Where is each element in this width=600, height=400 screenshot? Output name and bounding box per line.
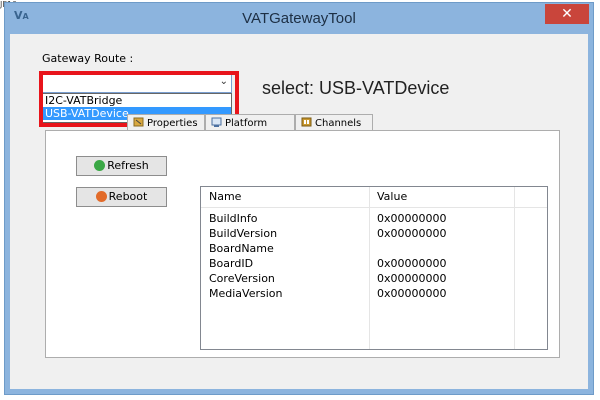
tab-label: Properties xyxy=(147,118,198,129)
row-name: BoardName xyxy=(209,242,274,255)
row-name: MediaVersion xyxy=(209,287,283,300)
tab-properties[interactable]: Properties xyxy=(127,114,205,131)
table-row[interactable]: BoardID 0x00000000 xyxy=(201,257,547,271)
refresh-icon xyxy=(94,160,106,171)
reboot-button[interactable]: Reboot xyxy=(76,187,167,207)
row-name: BuildVersion xyxy=(209,227,278,240)
row-value: 0x00000000 xyxy=(377,287,447,300)
table-row[interactable]: CoreVersion 0x00000000 xyxy=(201,272,547,286)
chevron-down-icon[interactable]: ⌄ xyxy=(220,76,228,87)
properties-icon xyxy=(133,117,144,127)
table-row[interactable]: MediaVersion 0x00000000 xyxy=(201,287,547,301)
refresh-label: Refresh xyxy=(107,159,149,172)
tab-platform[interactable]: Platform xyxy=(205,114,295,131)
row-name: CoreVersion xyxy=(209,272,275,285)
reboot-label: Reboot xyxy=(108,190,148,203)
channels-icon xyxy=(301,117,312,127)
app-window: VA VATGatewayTool ✕ Gateway Route : ⌄ I2… xyxy=(4,2,594,395)
title-bar[interactable]: VA VATGatewayTool ✕ xyxy=(5,3,593,33)
tab-label: Channels xyxy=(315,118,362,129)
client-area: Gateway Route : ⌄ I2C-VATBridge USB-VATD… xyxy=(10,34,588,389)
table-row[interactable]: BuildInfo 0x00000000 xyxy=(201,212,547,226)
row-name: BuildInfo xyxy=(209,212,258,225)
table-header: Name Value xyxy=(201,187,547,208)
close-icon: ✕ xyxy=(561,6,573,22)
tab-label: Platform xyxy=(225,118,268,129)
gateway-route-label: Gateway Route : xyxy=(42,52,134,65)
table-row[interactable]: BuildVersion 0x00000000 xyxy=(201,227,547,241)
gateway-route-combo[interactable]: ⌄ xyxy=(42,74,232,93)
selection-caption: select: USB-VATDevice xyxy=(262,78,450,98)
row-name: BoardID xyxy=(209,257,254,270)
close-button[interactable]: ✕ xyxy=(545,4,589,24)
row-value: 0x00000000 xyxy=(377,257,447,270)
table-row[interactable]: BoardName xyxy=(201,242,547,256)
tab-channels[interactable]: Channels xyxy=(295,114,373,131)
platform-icon xyxy=(211,117,222,127)
refresh-button[interactable]: Refresh xyxy=(76,156,167,176)
row-value: 0x00000000 xyxy=(377,227,447,240)
row-value: 0x00000000 xyxy=(377,272,447,285)
properties-table[interactable]: Name Value BuildInfo 0x00000000 BuildVer… xyxy=(200,186,548,350)
reboot-icon xyxy=(95,191,107,202)
column-header-value[interactable]: Value xyxy=(369,187,514,207)
column-header-name[interactable]: Name xyxy=(201,187,369,207)
dropdown-option-i2c[interactable]: I2C-VATBridge xyxy=(43,94,231,107)
window-title: VATGatewayTool xyxy=(242,10,356,27)
row-value: 0x00000000 xyxy=(377,212,447,225)
